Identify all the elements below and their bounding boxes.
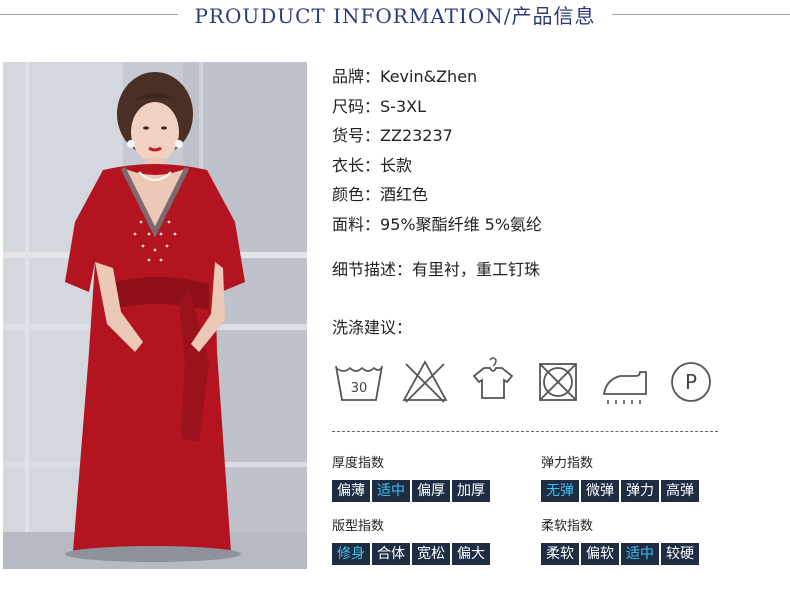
color-value: 酒红色 (380, 185, 429, 204)
fit-option: 偏大 (452, 543, 490, 565)
elasticity-option-selected: 无弹 (541, 480, 579, 502)
product-info-list: 品牌：Kevin&Zhen 尺码：S-3XL 货号：ZZ23237 衣长：长款 … (332, 62, 542, 239)
info-row-size: 尺码：S-3XL (332, 96, 426, 116)
thickness-index: 厚度指数 偏薄 适中 偏厚 加厚 (332, 455, 490, 502)
info-row-fabric: 面料：95%聚酯纤维 5%氨纶 (332, 214, 543, 234)
iron-icon (596, 354, 654, 410)
fit-option: 宽松 (412, 543, 450, 565)
header-line-right (612, 14, 790, 15)
length-value: 长款 (380, 155, 413, 175)
wash-30-icon: 30 (330, 354, 388, 410)
thickness-option: 偏厚 (412, 480, 450, 502)
no-tumble-dry-icon (530, 354, 588, 410)
elasticity-index: 弹力指数 无弹 微弹 弹力 高弹 (541, 455, 699, 502)
svg-text:30: 30 (351, 381, 368, 396)
fit-index-title: 版型指数 (332, 519, 385, 534)
page-title: PROUDUCT INFORMATION/产品信息 (194, 4, 596, 28)
header-line-left (0, 14, 178, 15)
info-row-length: 衣长：长款 (332, 155, 413, 175)
thickness-option: 加厚 (452, 480, 490, 502)
thickness-index-title: 厚度指数 (332, 456, 385, 471)
item-number-value: ZZ23237 (380, 126, 453, 145)
elasticity-option: 微弹 (581, 480, 619, 502)
thickness-option: 偏薄 (332, 480, 370, 502)
wash-icons-row: 30 P (330, 354, 720, 410)
elasticity-option: 弹力 (621, 480, 659, 502)
info-row-item-number: 货号：ZZ23237 (332, 126, 453, 145)
svg-text:P: P (685, 370, 697, 394)
elasticity-index-title: 弹力指数 (541, 456, 594, 471)
detail-description: 细节描述：有里衬，重工钉珠 (332, 260, 541, 279)
softness-option-selected: 适中 (621, 543, 659, 565)
hang-dry-icon (464, 354, 522, 410)
info-row-brand: 品牌：Kevin&Zhen (332, 67, 478, 86)
softness-option: 较硬 (661, 543, 699, 565)
fit-option: 合体 (372, 543, 410, 565)
size-value: S-3XL (380, 96, 426, 116)
brand-value: Kevin&Zhen (380, 67, 478, 86)
fit-index: 版型指数 修身 合体 宽松 偏大 (332, 518, 490, 565)
divider-dashed (332, 431, 718, 432)
softness-index-title: 柔软指数 (541, 519, 594, 534)
softness-option: 偏软 (581, 543, 619, 565)
no-bleach-icon (396, 354, 454, 410)
fabric-value: 95%聚酯纤维 5%氨纶 (380, 214, 543, 234)
elasticity-option: 高弹 (661, 480, 699, 502)
wash-advice-title: 洗涤建议： (332, 318, 413, 337)
info-row-color: 颜色：酒红色 (332, 185, 429, 204)
softness-option: 柔软 (541, 543, 579, 565)
product-photo (3, 62, 307, 569)
detail-value: 有里衬，重工钉珠 (412, 260, 541, 279)
dry-clean-p-icon: P (662, 354, 720, 410)
softness-index: 柔软指数 柔软 偏软 适中 较硬 (541, 518, 699, 565)
fit-option-selected: 修身 (332, 543, 370, 565)
thickness-option-selected: 适中 (372, 480, 410, 502)
